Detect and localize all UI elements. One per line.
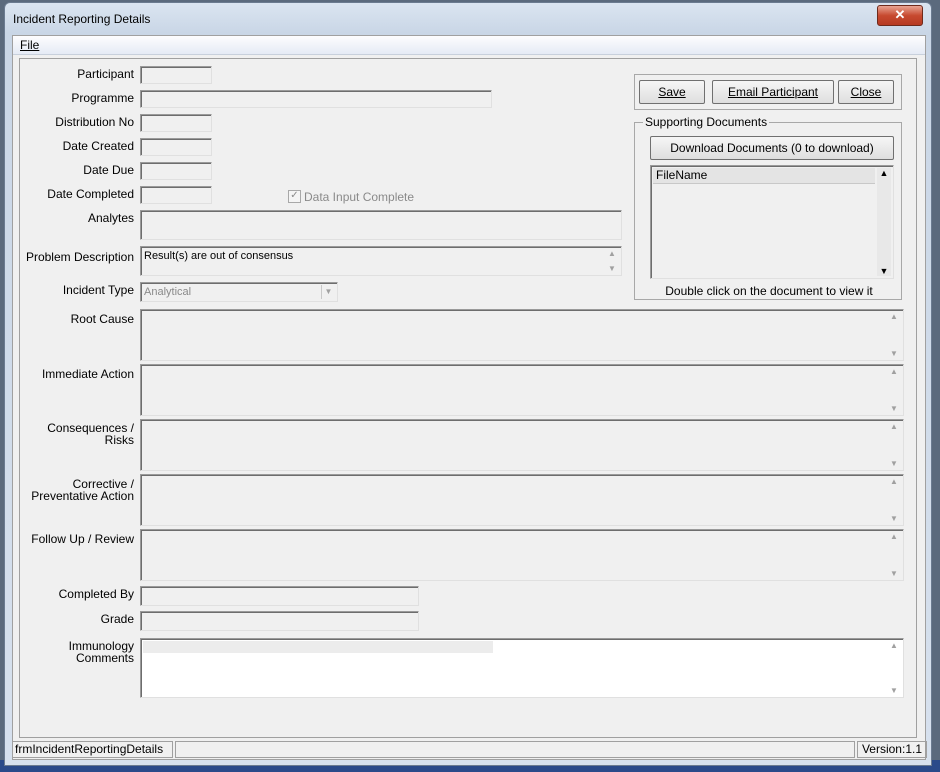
root-cause-scrollbar[interactable]: ▲ ▼ — [887, 312, 901, 358]
window-title: Incident Reporting Details — [13, 12, 151, 26]
participant-label: Participant — [77, 67, 134, 81]
download-documents-button[interactable]: Download Documents (0 to download) — [650, 136, 894, 160]
distribution-no-label: Distribution No — [55, 115, 134, 129]
data-input-complete-checkbox[interactable]: ✓ — [288, 190, 301, 203]
date-completed-field[interactable] — [140, 186, 212, 204]
documents-list[interactable]: FileName ▲ ▼ — [650, 165, 894, 279]
root-cause-label: Root Cause — [70, 312, 134, 326]
immediate-action-field[interactable]: ▲ ▼ — [140, 364, 904, 416]
incident-type-select[interactable]: Analytical ▼ — [140, 282, 338, 302]
incident-type-label: Incident Type — [62, 283, 134, 297]
details-form: Participant Programme Distribution No Da… — [19, 58, 917, 738]
completed-by-field[interactable] — [140, 586, 419, 606]
menu-bar: File — [13, 36, 925, 55]
corrective-scrollbar[interactable]: ▲ ▼ — [887, 477, 901, 523]
save-button[interactable]: Save — [639, 80, 705, 104]
status-form-name: frmIncidentReportingDetails — [13, 741, 173, 758]
corrective-action-field[interactable]: ▲ ▼ — [140, 474, 904, 526]
grade-label: Grade — [100, 612, 134, 626]
close-button-label: Close — [850, 85, 882, 99]
filename-header-text: FileName — [656, 168, 708, 182]
date-due-label: Date Due — [83, 163, 134, 177]
grade-field[interactable] — [140, 611, 419, 631]
follow-up-label: Follow Up / Review — [31, 532, 134, 546]
status-bar: frmIncidentReportingDetails Version:1.1 — [13, 739, 927, 759]
chevron-down-icon[interactable]: ▼ — [321, 285, 335, 299]
status-version: Version:1.1 — [857, 741, 927, 758]
email-participant-button[interactable]: Email Participant — [712, 80, 834, 104]
scroll-up-icon[interactable]: ▲ — [877, 168, 891, 178]
analytes-field[interactable] — [140, 210, 622, 240]
date-created-field[interactable] — [140, 138, 212, 156]
immunology-scrollbar[interactable]: ▲ ▼ — [887, 641, 901, 695]
problem-description-field[interactable]: Result(s) are out of consensus ▲ ▼ — [140, 246, 622, 276]
client-area: File Participant Programme Distribution … — [12, 35, 927, 760]
date-created-label: Date Created — [62, 139, 134, 153]
follow-up-review-field[interactable]: ▲ ▼ — [140, 529, 904, 581]
participant-field[interactable] — [140, 66, 212, 84]
filename-column-header[interactable]: FileName — [653, 168, 875, 184]
follow-up-scrollbar[interactable]: ▲ ▼ — [887, 532, 901, 578]
date-completed-label: Date Completed — [47, 187, 134, 201]
programme-field[interactable] — [140, 90, 492, 108]
incident-type-value: Analytical — [144, 286, 192, 298]
data-input-complete-label: Data Input Complete — [304, 190, 415, 204]
consequences-label-line2: Risks — [104, 433, 134, 447]
close-button[interactable]: Close — [838, 80, 894, 104]
documents-scrollbar[interactable]: ▲ ▼ — [877, 168, 891, 276]
immediate-action-label: Immediate Action — [41, 367, 134, 381]
consequences-risks-field[interactable]: ▲ ▼ — [140, 419, 904, 471]
title-bar[interactable]: Incident Reporting Details ✕ — [5, 3, 931, 35]
consequences-scrollbar[interactable]: ▲ ▼ — [887, 422, 901, 468]
action-buttons-panel: Save Email Participant Close — [634, 74, 902, 110]
problem-description-scrollbar[interactable]: ▲ ▼ — [605, 249, 619, 273]
email-participant-label: Email Participant — [727, 85, 819, 99]
immunology-comments-field[interactable]: ▲ ▼ — [140, 638, 904, 698]
programme-label: Programme — [71, 91, 134, 105]
status-spacer — [175, 741, 855, 758]
menu-file[interactable]: File — [20, 38, 39, 52]
immunology-grey-band — [143, 641, 493, 653]
problem-description-label: Problem Description — [25, 250, 134, 264]
root-cause-field[interactable]: ▲ ▼ — [140, 309, 904, 361]
date-due-field[interactable] — [140, 162, 212, 180]
distribution-no-field[interactable] — [140, 114, 212, 132]
window-close-button[interactable]: ✕ — [877, 5, 923, 26]
scroll-down-icon[interactable]: ▼ — [877, 266, 891, 276]
save-button-label: Save — [658, 85, 686, 99]
immunology-label-line2: Comments — [75, 651, 134, 665]
immediate-action-scrollbar[interactable]: ▲ ▼ — [887, 367, 901, 413]
documents-hint: Double click on the document to view it — [665, 284, 873, 298]
incident-reporting-window: Incident Reporting Details ✕ File Partic… — [4, 2, 932, 766]
supporting-documents-label: Supporting Documents — [643, 115, 770, 129]
analytes-label: Analytes — [87, 211, 134, 225]
corrective-label-line2: Preventative Action — [31, 489, 134, 503]
completed-by-label: Completed By — [58, 587, 134, 601]
problem-description-value: Result(s) are out of consensus — [144, 250, 294, 262]
supporting-documents-group: Supporting Documents Download Documents … — [634, 115, 902, 300]
